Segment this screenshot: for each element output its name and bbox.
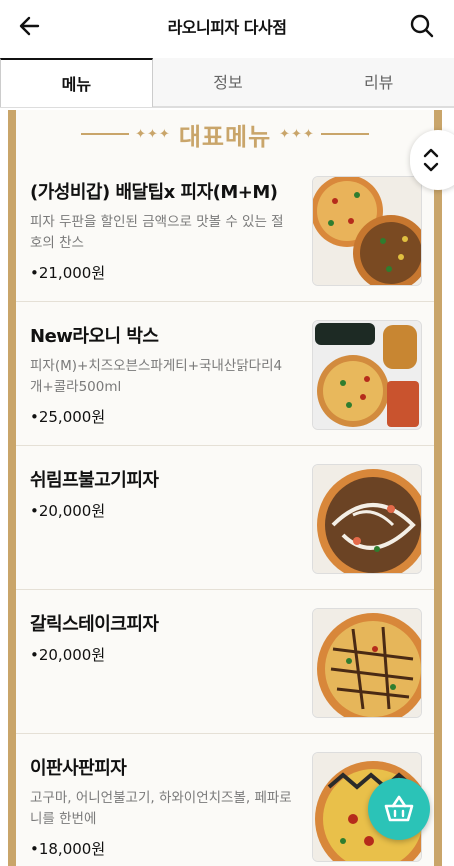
menu-item-desc: 고구마, 어니언불고기, 하와이언치즈볼, 페파로니를 한번에 [30, 790, 292, 827]
menu-board: ✦✦✦ 대표메뉴 ✦✦✦ (가성비갑) 배달팁x 피자(M+M) 피자 두판을 … [8, 110, 442, 866]
menu-item-desc: 피자(M)+치즈오븐스파게티+국내산닭다리4개+콜라500ml [30, 358, 283, 395]
divider-line [81, 133, 130, 135]
menu-panel: ✦✦✦ 대표메뉴 ✦✦✦ (가성비갑) 배달팁x 피자(M+M) 피자 두판을 … [16, 110, 434, 866]
section-header: ✦✦✦ 대표메뉴 ✦✦✦ [16, 110, 434, 158]
menu-item-image [312, 464, 422, 574]
menu-item-image [312, 608, 422, 718]
menu-list: (가성비갑) 배달팁x 피자(M+M) 피자 두판을 할인된 금액으로 맛볼 수… [16, 158, 434, 866]
divider-line [320, 133, 369, 135]
search-button[interactable] [408, 12, 436, 40]
menu-item-name: 이판사판피자 [30, 758, 127, 779]
menu-item-name: New라오니 박스 [30, 326, 159, 347]
basket-icon [384, 795, 414, 822]
menu-item[interactable]: (가성비갑) 배달팁x 피자(M+M) 피자 두판을 할인된 금액으로 맛볼 수… [16, 158, 434, 302]
menu-item-name: 갈릭스테이크피자 [30, 614, 159, 635]
cart-button[interactable] [368, 778, 430, 840]
menu-item-image [312, 320, 422, 430]
chevron-up-down-icon [423, 148, 439, 172]
tab-bar: 메뉴 정보 리뷰 [0, 58, 454, 108]
menu-item[interactable]: New라오니 박스 피자(M)+치즈오븐스파게티+국내산닭다리4개+콜라500m… [16, 302, 434, 446]
ornament-right: ✦✦✦ [279, 126, 315, 142]
tab-menu[interactable]: 메뉴 [0, 58, 153, 107]
tab-reviews[interactable]: 리뷰 [303, 58, 454, 107]
menu-item-desc: 피자 두판을 할인된 금액으로 맛볼 수 있는 절호의 찬스 [30, 214, 284, 251]
ornament-left: ✦✦✦ [135, 126, 171, 142]
tab-info[interactable]: 정보 [152, 58, 304, 107]
scroll-toggle-button[interactable] [410, 130, 454, 190]
menu-item-name: 쉬림프불고기피자 [30, 470, 159, 491]
top-bar: 라오니피자 다사점 [0, 0, 454, 52]
search-icon [410, 14, 434, 38]
section-title: 대표메뉴 [178, 122, 272, 151]
menu-item-image [312, 176, 422, 286]
menu-item-name: (가성비갑) 배달팁x 피자(M+M) [30, 182, 278, 203]
menu-item[interactable]: 갈릭스테이크피자 •20,000원 [16, 590, 434, 734]
page-title: 라오니피자 다사점 [167, 18, 287, 37]
menu-item[interactable]: 쉬림프불고기피자 •20,000원 [16, 446, 434, 590]
